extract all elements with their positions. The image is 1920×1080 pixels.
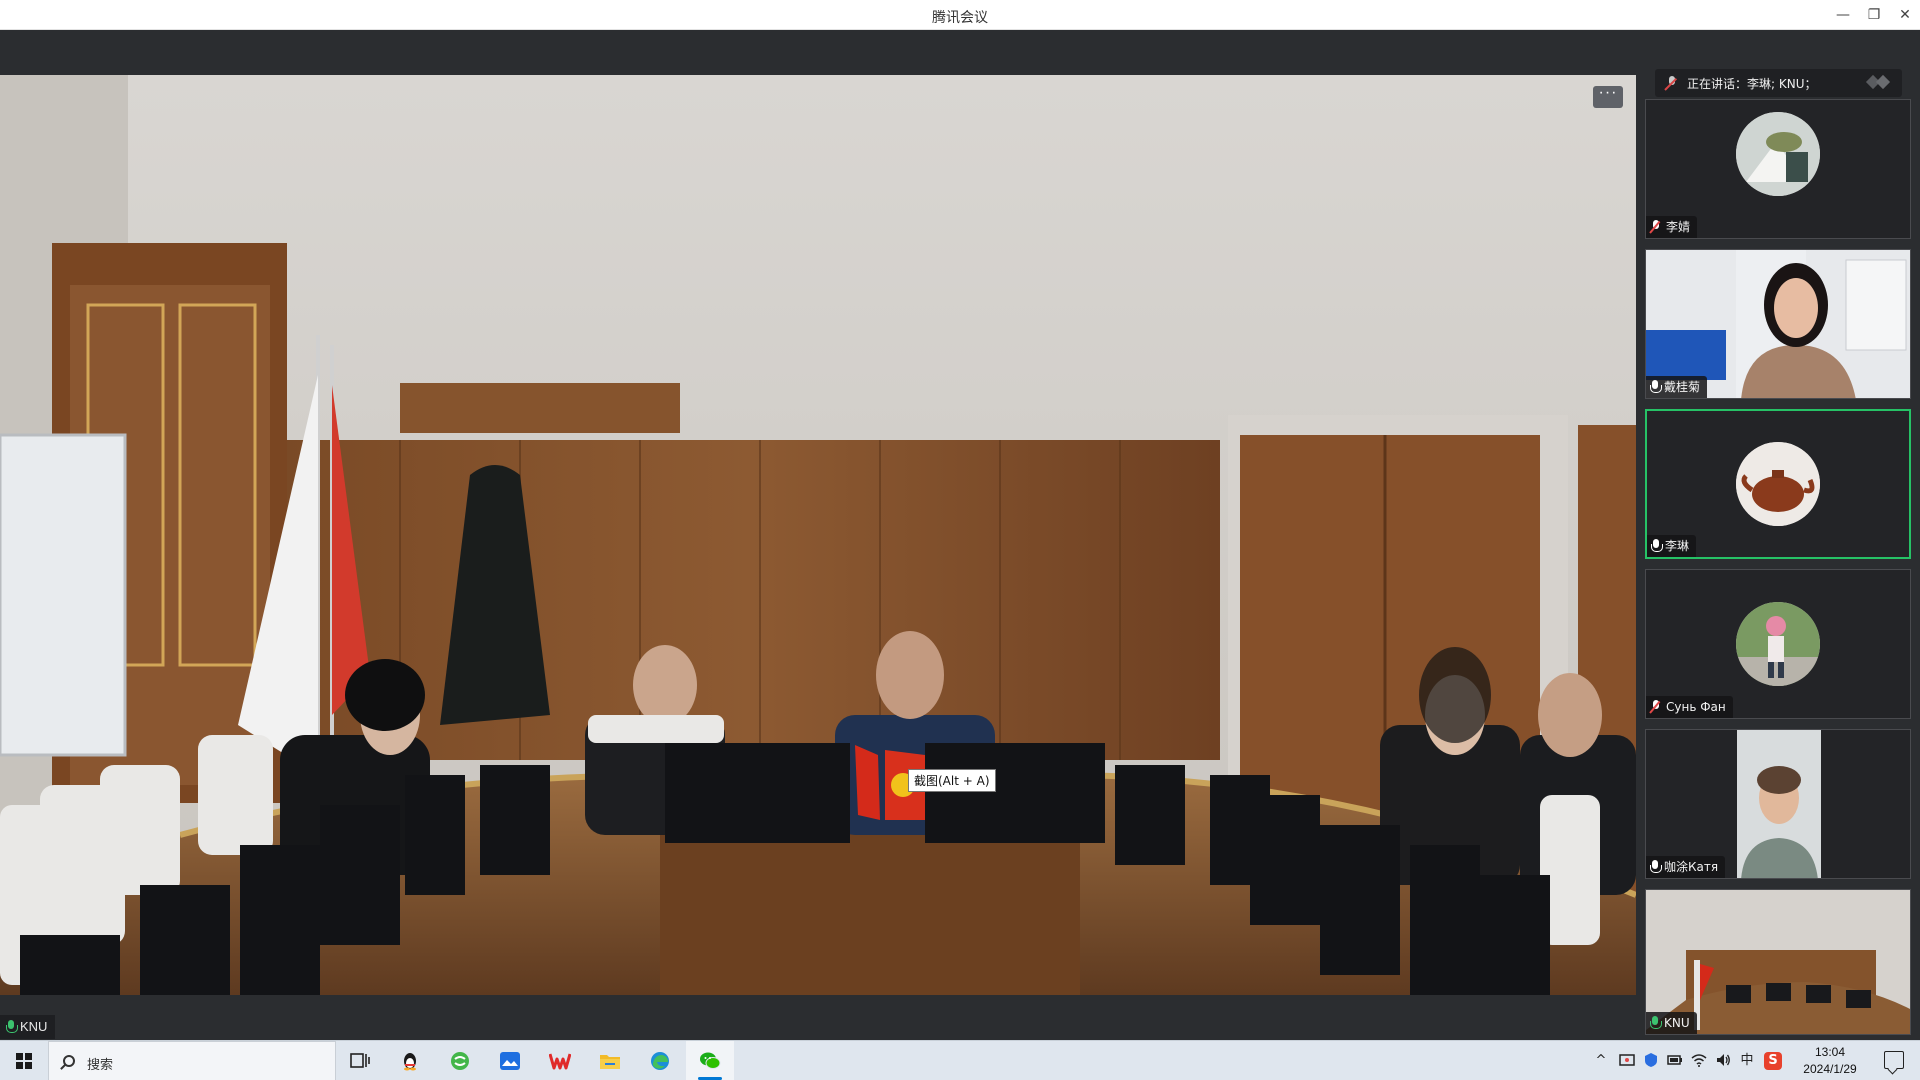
task-view-button[interactable] [336, 1041, 384, 1080]
taskbar-app-wps[interactable] [536, 1041, 584, 1080]
participant-tile-2[interactable]: 戴桂菊 [1645, 249, 1911, 399]
speaking-text: 正在讲话：李琳; KNU； [1687, 76, 1817, 91]
taskbar-app-edge[interactable] [636, 1041, 684, 1080]
taskbar-app-blue[interactable] [486, 1041, 534, 1080]
notification-center-icon[interactable] [1884, 1051, 1904, 1069]
wechat-icon [700, 1052, 721, 1069]
participant-tile-6[interactable]: KNU [1645, 889, 1911, 1035]
participant-name: 李婧 [1666, 220, 1691, 234]
folder-icon [600, 1055, 620, 1069]
restore-button[interactable]: ❐ [1863, 4, 1885, 26]
task-view-icon [350, 1053, 370, 1068]
wifi-icon [1691, 1054, 1707, 1067]
taskbar-app-green[interactable] [436, 1041, 484, 1080]
mic-icon [1650, 860, 1662, 874]
window-title: 腾讯会议 [932, 10, 988, 26]
close-button[interactable]: ✕ [1894, 4, 1916, 26]
edge-browser-icon [651, 1052, 669, 1070]
tray-ime-indicator[interactable]: 中 [1738, 1052, 1756, 1070]
taskbar-app-file-explorer[interactable] [586, 1041, 634, 1080]
speaking-indicator: 正在讲话：李琳; KNU； [1655, 69, 1902, 97]
participant-tile-5[interactable]: 咖涂Катя [1645, 729, 1911, 879]
title-bar: 腾讯会议 — ❐ ✕ [0, 0, 1920, 30]
tray-battery-icon[interactable] [1666, 1052, 1684, 1070]
participant-tile-3[interactable]: 李琳 [1645, 409, 1911, 559]
participant-tile-1[interactable]: 李婧 [1645, 99, 1911, 239]
flower-avatar-image [1736, 112, 1820, 196]
screen-share-icon [1619, 1054, 1635, 1066]
shield-icon [1645, 1053, 1657, 1067]
layout-toggle-icon[interactable] [1868, 77, 1890, 89]
participant-name: Сунь Фан [1666, 700, 1726, 714]
child-avatar-image [1736, 602, 1820, 686]
tray-security-icon[interactable] [1642, 1052, 1660, 1070]
main-participant-name: KNU [20, 1019, 48, 1034]
mic-muted-icon [1650, 220, 1662, 234]
more-options-button[interactable]: ··· [1593, 85, 1623, 108]
speaker-mic-icon [1665, 76, 1679, 90]
participant-nametag: 李琳 [1647, 535, 1697, 557]
participant-name: 李琳 [1665, 539, 1690, 553]
search-placeholder: 搜索 [87, 1058, 114, 1073]
mic-icon [1651, 539, 1663, 553]
avatar [1736, 602, 1820, 686]
screenshot-tooltip: 截图(Alt + A) [908, 769, 996, 792]
green-circle-app-icon [451, 1052, 469, 1070]
avatar [1736, 112, 1820, 196]
clock-time: 13:04 [1814, 1045, 1846, 1059]
qq-penguin-icon [404, 1053, 416, 1071]
main-video-nametag: KNU [0, 1015, 56, 1039]
participant-nametag: 戴桂菊 [1646, 376, 1708, 398]
participant-tile-4[interactable]: Сунь Фан [1645, 569, 1911, 719]
speaker-icon [1717, 1054, 1730, 1066]
mic-icon [1650, 380, 1662, 394]
participant-sidebar: 正在讲话：李琳; KNU； 李婧 戴桂菊 李琳 Сунь Фан 咖涂Катя … [1636, 30, 1920, 1040]
tencent-meeting-window: 腾讯会议 — ❐ ✕ ··· 截图(Alt + A) KNU 正在讲话：李琳; … [0, 0, 1920, 1080]
start-button[interactable] [0, 1041, 48, 1080]
mic-icon [1650, 1016, 1662, 1030]
mic-muted-icon [1650, 700, 1662, 714]
participant-name: KNU [1664, 1016, 1690, 1030]
teapot-avatar-image [1736, 442, 1820, 526]
battery-icon [1667, 1055, 1682, 1065]
taskbar-search[interactable]: 搜索 [48, 1041, 336, 1080]
search-icon [63, 1055, 75, 1067]
minimize-button[interactable]: — [1832, 4, 1854, 26]
clock-date: 2024/1/29 [1803, 1062, 1857, 1076]
participant-nametag: KNU [1646, 1012, 1697, 1034]
tray-network-icon[interactable] [1690, 1052, 1708, 1070]
taskbar-app-qq[interactable] [386, 1041, 434, 1080]
tray-volume-icon[interactable] [1714, 1052, 1732, 1070]
top-strip [0, 30, 1636, 75]
mic-icon [6, 1020, 18, 1034]
participant-nametag: 李婧 [1646, 216, 1698, 238]
wps-icon [549, 1053, 571, 1070]
windows-taskbar: 搜索 ^ 中 S 13:04 2024/1/29 [0, 1040, 1920, 1080]
participant-nametag: Сунь Фан [1646, 696, 1733, 718]
meeting-area: ··· 截图(Alt + A) KNU 正在讲话：李琳; KNU； 李婧 戴桂菊… [0, 30, 1920, 1040]
participant-name: 戴桂菊 [1664, 380, 1701, 394]
main-video[interactable]: ··· 截图(Alt + A) [0, 75, 1636, 995]
participant-name: 咖涂Катя [1664, 860, 1719, 874]
participant-nametag: 咖涂Катя [1646, 856, 1726, 878]
blue-image-app-icon [500, 1052, 520, 1070]
tray-meeting-icon[interactable] [1618, 1052, 1636, 1070]
avatar [1736, 442, 1820, 526]
windows-logo-icon [16, 1053, 32, 1069]
taskbar-clock[interactable]: 13:04 2024/1/29 [1780, 1044, 1880, 1078]
taskbar-app-wechat[interactable] [686, 1041, 734, 1080]
conference-room-video-frame [0, 75, 1636, 995]
tray-overflow-chevron[interactable]: ^ [1592, 1052, 1610, 1070]
